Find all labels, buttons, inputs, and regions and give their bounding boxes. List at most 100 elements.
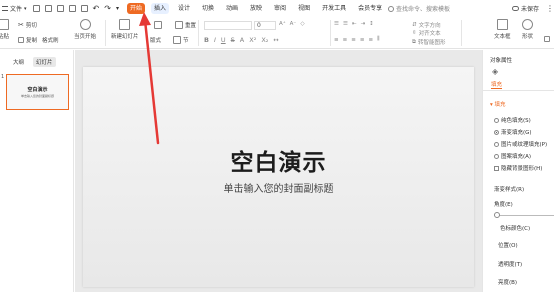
tab-0[interactable]: 开始 — [126, 3, 145, 14]
print-icon[interactable] — [56, 5, 64, 12]
italic-icon[interactable]: I — [214, 36, 216, 44]
textbox-button[interactable]: 文本框 — [494, 19, 511, 40]
align-center-icon[interactable]: ≡ — [343, 37, 348, 43]
tab-5[interactable]: 放映 — [247, 3, 265, 14]
fill-option-picture[interactable]: 图片或纹理填充(P) — [494, 140, 547, 148]
font-size-controls: A⁺ A⁻ ◇ — [279, 21, 305, 27]
slide-thumbnail[interactable]: 空白演示 单击输入您的封面副标题 — [6, 74, 69, 110]
format-painter-label: 格式刷 — [42, 38, 59, 44]
tab-3[interactable]: 切换 — [199, 3, 217, 14]
cut-button[interactable]: ✂ 剪切 — [18, 21, 37, 29]
font-style-group: B I U S A X² X₂ ↔ — [204, 36, 279, 44]
menu-bar: 文件 ▾ ↶ ↷ ▾ 开始 插入 设计 切换 动画 放映 审阅 视图 开发工具 会员专享 查找命令… — [0, 0, 554, 17]
search-box[interactable]: 查找命令、搜索模板 — [388, 4, 450, 13]
more-icon[interactable]: ⋮ — [546, 4, 554, 13]
convert-smartart-button[interactable]: ⧉ 转智能图形 — [412, 38, 445, 47]
preview-icon[interactable] — [68, 5, 76, 12]
tab-fill[interactable]: 填充 — [491, 80, 503, 89]
shape-icon — [522, 19, 533, 30]
play-from-current-button[interactable]: 当页开始 — [74, 19, 96, 40]
tab-7[interactable]: 视图 — [295, 3, 313, 14]
layout-button[interactable]: 版式 — [150, 36, 161, 44]
angle-slider-handle[interactable] — [494, 212, 500, 218]
arrange-button[interactable] — [544, 36, 550, 42]
quick-access-toolbar: ↶ ↷ ▾ — [32, 4, 119, 13]
undo-icon[interactable]: ↶ — [93, 4, 100, 13]
tab-2[interactable]: 设计 — [175, 3, 193, 14]
tab-9[interactable]: 会员专享 — [355, 3, 385, 14]
font-name-select[interactable] — [204, 21, 252, 30]
bullets-icon[interactable]: ☰ — [334, 21, 339, 27]
arrange-icon — [544, 36, 550, 42]
superscript-icon[interactable]: X² — [249, 36, 256, 44]
slide[interactable]: 空白演示 单击输入您的封面副标题 — [83, 67, 474, 287]
fill-option-solid[interactable]: 纯色填充(S) — [494, 116, 531, 124]
section-button[interactable]: 节 — [173, 36, 189, 44]
slide-number: 1 — [1, 74, 5, 80]
font-size-select[interactable]: 0 — [254, 21, 276, 30]
numbering-icon[interactable]: ☰ — [343, 21, 348, 27]
tab-slides[interactable]: 幻灯片 — [33, 57, 56, 67]
slides-panel: 大纲 幻灯片 1 空白演示 单击输入您的封面副标题 — [0, 50, 74, 292]
section-icon — [173, 36, 181, 44]
clear-format-icon[interactable]: ◇ — [300, 21, 304, 27]
strikethrough-icon[interactable]: S — [231, 36, 235, 44]
hide-background-label: 隐藏背景图形(H) — [501, 166, 543, 172]
align-text-button[interactable]: ⇳ 对齐文本 — [412, 29, 441, 37]
fill-tab-icon[interactable]: ◈ — [492, 67, 498, 76]
align-left-icon[interactable]: ≡ — [334, 37, 339, 43]
file-menu[interactable]: 文件 ▾ — [2, 4, 27, 13]
slide-title[interactable]: 空白演示 — [83, 143, 474, 177]
tab-4[interactable]: 动画 — [223, 3, 241, 14]
cloud-icon — [512, 6, 519, 11]
line-spacing-icon[interactable]: ↕ — [369, 21, 374, 27]
reset-button[interactable]: 重置 — [175, 21, 196, 29]
fill-option-solid-label: 纯色填充(S) — [501, 118, 531, 124]
justify-icon[interactable]: ≡ — [360, 37, 365, 43]
hide-background-checkbox[interactable]: 隐藏背景图形(H) — [494, 164, 542, 172]
font-color-icon[interactable]: A — [240, 36, 244, 44]
tab-8[interactable]: 开发工具 — [319, 3, 349, 14]
search-icon — [388, 5, 394, 12]
redo-icon[interactable]: ↷ — [104, 4, 111, 13]
tab-6[interactable]: 审阅 — [271, 3, 289, 14]
align-right-icon[interactable]: ≡ — [351, 37, 356, 43]
indent-increase-icon[interactable]: ⇥ — [360, 21, 365, 27]
fill-option-pattern[interactable]: 图案填充(A) — [494, 152, 531, 160]
increase-font-icon[interactable]: A⁺ — [279, 21, 286, 27]
paste-button[interactable]: 粘贴 — [0, 19, 9, 40]
file-menu-label: 文件 — [10, 6, 23, 13]
text-direction-button[interactable]: ⇵ 文字方向 — [412, 21, 441, 29]
angle-slider[interactable] — [495, 215, 554, 216]
export-icon[interactable] — [44, 5, 52, 12]
fill-option-picture-label: 图片或纹理填充(P) — [501, 142, 548, 148]
layout-icon-button[interactable] — [154, 21, 162, 29]
slide-canvas: 空白演示 单击输入您的封面副标题 — [75, 50, 482, 292]
print-preview-icon[interactable] — [80, 5, 88, 12]
decrease-font-icon[interactable]: A⁻ — [290, 21, 297, 27]
char-spacing-icon[interactable]: ↔ — [273, 36, 278, 44]
copy-button[interactable]: 复制 — [18, 36, 37, 44]
unsaved-status[interactable]: 未保存 — [512, 4, 539, 13]
customize-icon[interactable]: ▾ — [116, 5, 119, 12]
shape-button[interactable]: 形状 — [522, 19, 533, 40]
radio-selected-icon — [494, 130, 499, 135]
distribute-icon[interactable]: ≡ — [368, 37, 373, 43]
indent-decrease-icon[interactable]: ⇤ — [352, 21, 357, 27]
slide-subtitle[interactable]: 单击输入您的封面副标题 — [83, 180, 474, 195]
columns-icon[interactable]: ⫼ — [377, 36, 380, 43]
format-painter-button[interactable]: 格式刷 — [42, 36, 59, 44]
search-input[interactable]: 查找命令、搜索模板 — [396, 4, 450, 13]
paste-label: 粘贴 — [0, 34, 10, 40]
subscript-icon[interactable]: X₂ — [261, 36, 268, 44]
tab-1[interactable]: 插入 — [150, 3, 169, 14]
fill-option-gradient[interactable]: 渐变填充(G) — [494, 128, 532, 136]
tab-outline[interactable]: 大纲 — [10, 57, 27, 67]
reset-label: 重置 — [185, 23, 197, 29]
fill-section-header[interactable]: ▾ 填充 — [490, 100, 506, 108]
ribbon-tabs: 开始 插入 设计 切换 动画 放映 审阅 视图 开发工具 会员专享 — [126, 3, 385, 14]
new-slide-button[interactable]: 新建幻灯片 — [111, 19, 139, 40]
bold-icon[interactable]: B — [204, 36, 209, 44]
save-icon[interactable] — [32, 5, 40, 12]
underline-icon[interactable]: U — [221, 36, 226, 44]
